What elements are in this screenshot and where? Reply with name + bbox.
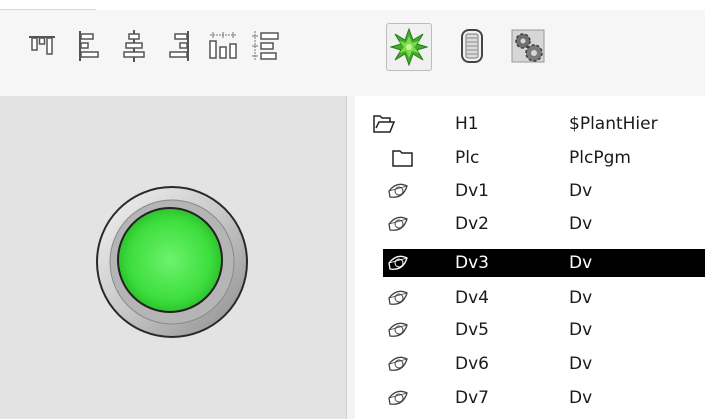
leaf-icon [388, 183, 408, 198]
align-right-button[interactable] [158, 24, 198, 68]
tree-row[interactable]: Dv2 Dv [383, 210, 705, 238]
window-top-strip [0, 0, 705, 10]
tree-row-name: Dv4 [455, 288, 489, 308]
pane-splitter[interactable] [346, 96, 355, 419]
tree-row-selected[interactable]: Dv3 Dv [383, 249, 705, 277]
align-center-button[interactable] [114, 24, 154, 68]
tree-row-class: Dv [569, 181, 593, 201]
open-folder-icon [373, 115, 395, 133]
leaf-icon [388, 356, 408, 371]
tree-row[interactable]: H1 $PlantHier [373, 110, 705, 138]
toolbar [0, 10, 705, 96]
folder-icon [392, 150, 413, 167]
starburst-button[interactable] [386, 23, 432, 71]
align-left-button[interactable] [70, 24, 110, 68]
tree-row[interactable]: Dv1 Dv [383, 177, 705, 205]
distribute-vertical-button[interactable] [246, 24, 286, 68]
graphics-pane [0, 96, 346, 419]
scroll-panel-icon [461, 29, 483, 63]
tree-row-name: Dv3 [455, 253, 489, 273]
tab-stub [0, 0, 96, 10]
gears-button[interactable] [508, 24, 548, 68]
distribute-horizontal-button[interactable] [203, 24, 243, 68]
gears-icon [511, 29, 545, 63]
tree-row-name: Plc [455, 148, 480, 168]
tree-row-name: Dv7 [455, 388, 489, 408]
tree-row-name: Dv1 [455, 181, 489, 201]
starburst-icon [390, 28, 428, 66]
leaf-icon [388, 390, 408, 405]
tree-row-class: Dv [569, 253, 593, 273]
tree-row[interactable]: Plc PlcPgm [383, 144, 705, 172]
tree-row-class: Dv [569, 214, 593, 234]
tree-row-name: Dv2 [455, 214, 489, 234]
tree-row-name: H1 [455, 114, 479, 134]
tree-row[interactable]: Dv7 Dv [383, 384, 705, 412]
tree-row[interactable]: Dv5 Dv [383, 316, 705, 344]
leaf-icon [388, 290, 408, 305]
align-top-button[interactable] [22, 24, 62, 68]
tree-row-class: Dv [569, 388, 593, 408]
scroll-panel-button[interactable] [452, 24, 492, 68]
tree-row-class: $PlantHier [569, 114, 658, 134]
tree-row-class: Dv [569, 354, 593, 374]
lamp-light [117, 207, 223, 313]
object-tree: H1 $PlantHier Plc PlcPgm Dv1 Dv Dv2 Dv D… [355, 96, 705, 419]
tree-row[interactable]: Dv4 Dv [383, 284, 705, 312]
leaf-icon [388, 322, 408, 337]
leaf-icon [388, 216, 408, 231]
distribute-vertical-icon [252, 31, 279, 61]
tree-row-class: Dv [569, 320, 593, 340]
tree-row-name: Dv6 [455, 354, 489, 374]
tree-row-class: PlcPgm [569, 148, 631, 168]
align-top-icon [29, 36, 55, 55]
tree-row-class: Dv [569, 288, 593, 308]
indicator-lamp[interactable] [94, 184, 250, 340]
distribute-horizontal-icon [209, 32, 237, 59]
tree-row[interactable]: Dv6 Dv [383, 350, 705, 378]
leaf-icon [388, 255, 408, 270]
tree-row-name: Dv5 [455, 320, 489, 340]
align-center-vertical-icon [123, 30, 145, 62]
align-right-icon [169, 31, 189, 61]
align-left-icon [79, 31, 99, 61]
